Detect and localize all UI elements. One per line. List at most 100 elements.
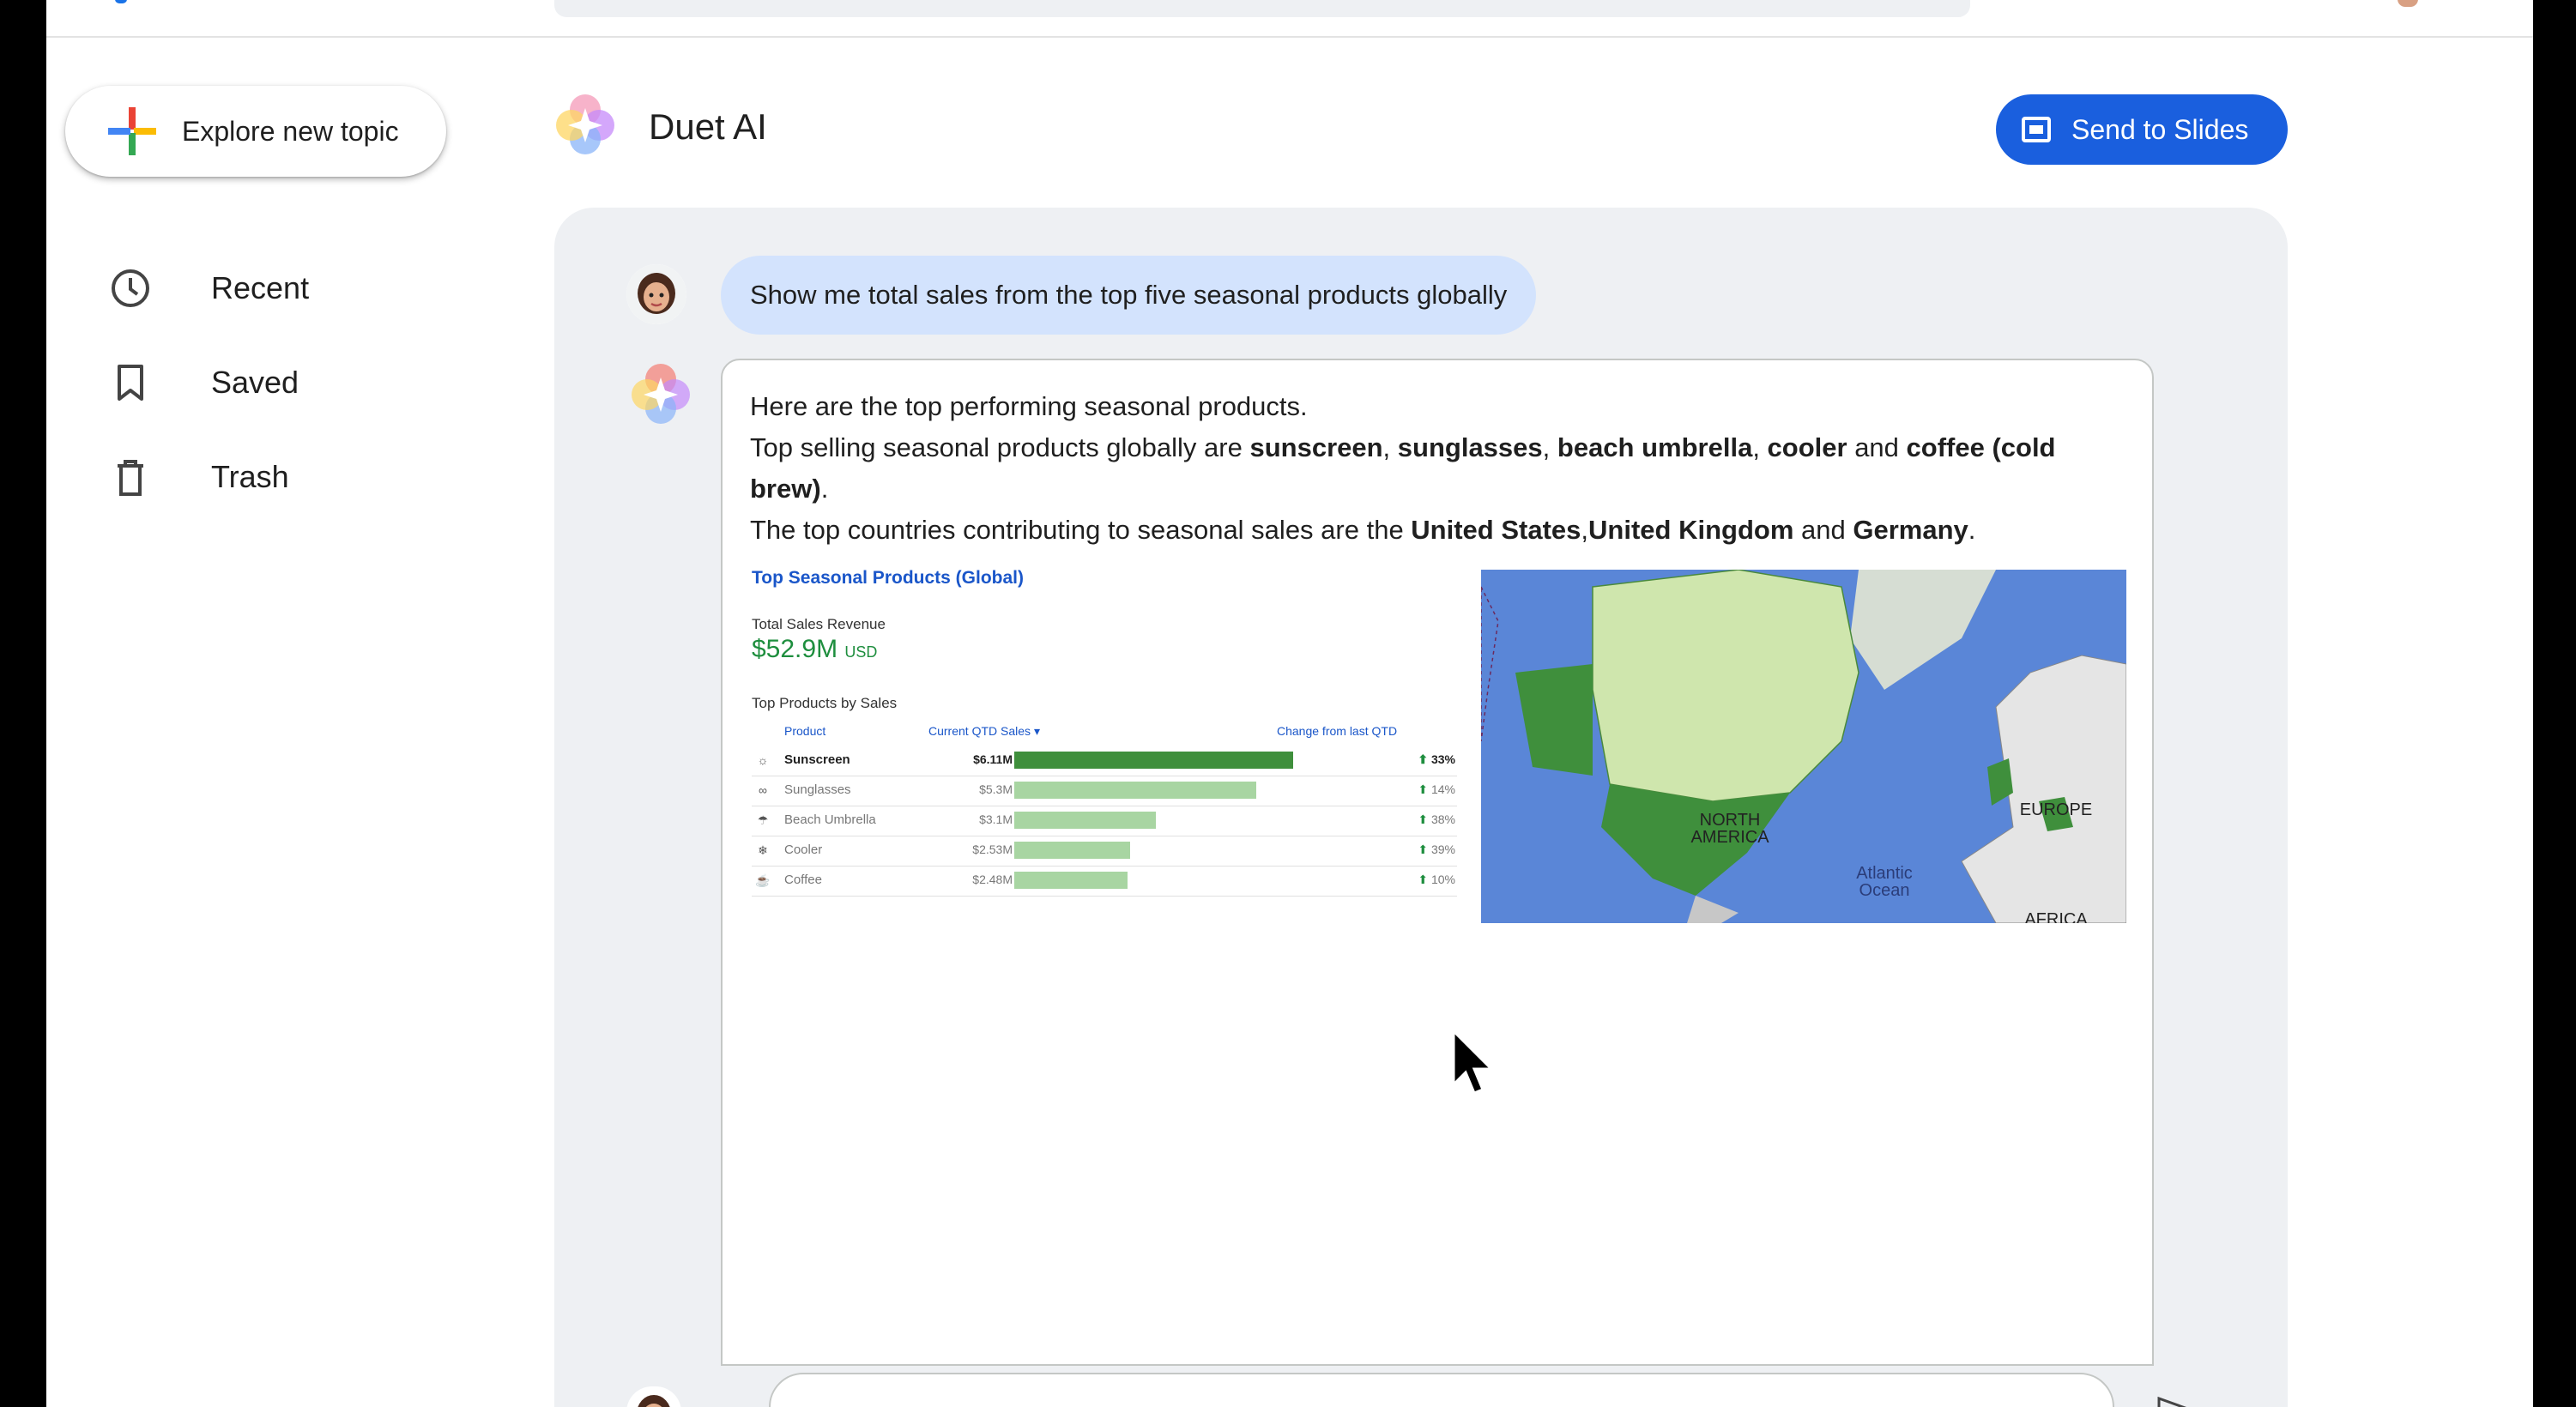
product-name: Sunscreen xyxy=(784,752,850,767)
plus-icon xyxy=(108,107,156,155)
products-label: Top Products by Sales xyxy=(752,695,898,711)
country-uk: United Kingdom xyxy=(1588,515,1794,545)
sales-value: $3.1M xyxy=(979,812,1013,826)
clock-icon xyxy=(106,264,154,312)
sort-down-icon: ▾ xyxy=(1033,724,1040,738)
map-label-north-america: NORTH AMERICA xyxy=(1690,811,1769,847)
change-value: ⬆ 14% xyxy=(1418,782,1455,796)
sales-value: $6.11M xyxy=(973,752,1013,766)
sales-map: NORTH AMERICA Atlantic Ocean EUROPE AFRI… xyxy=(1481,570,2126,923)
country-germany: Germany xyxy=(1853,515,1968,545)
sun-icon: ☼ xyxy=(757,753,769,767)
sidebar-item-saved[interactable]: Saved xyxy=(106,357,299,408)
table-row[interactable]: ☂ Beach Umbrella $3.1M ⬆ 38% xyxy=(752,806,1457,836)
table-row[interactable]: ❄ Cooler $2.53M ⬆ 39% xyxy=(752,836,1457,867)
sidebar-item-trash[interactable]: Trash xyxy=(106,451,289,503)
separator: , xyxy=(1542,432,1557,462)
country-us: United States xyxy=(1411,515,1581,545)
world-map-shapes xyxy=(1481,570,2126,923)
map-label-europe: EUROPE xyxy=(2019,800,2093,819)
sales-bar xyxy=(1014,752,1293,769)
ai-response-card: Here are the top performing seasonal pro… xyxy=(721,359,2154,1366)
sales-dashboard: Top Seasonal Products (Global) Total Sal… xyxy=(752,568,1457,911)
trash-icon xyxy=(106,453,154,501)
arrow-up-icon: ⬆ xyxy=(1418,752,1431,766)
product-beach-umbrella: beach umbrella xyxy=(1557,432,1753,462)
product-cooler: cooler xyxy=(1767,432,1847,462)
sales-bar xyxy=(1014,842,1130,859)
product-name: Beach Umbrella xyxy=(784,812,876,827)
sidebar-item-recent[interactable]: Recent xyxy=(106,263,309,314)
app-logo xyxy=(115,0,127,3)
revenue-label: Total Sales Revenue xyxy=(752,616,886,632)
search-bar[interactable] xyxy=(554,0,1970,17)
duet-ai-avatar-icon xyxy=(626,359,695,427)
column-header-change: Change from last QTD xyxy=(1277,724,1398,738)
separator: and xyxy=(1847,432,1907,462)
mouse-cursor-icon xyxy=(1450,1028,1495,1102)
sales-value: $2.53M xyxy=(972,842,1013,856)
table-row[interactable]: ∞ Sunglasses $5.3M ⬆ 14% xyxy=(752,776,1457,806)
separator: . xyxy=(1968,515,1976,545)
send-to-slides-button[interactable]: Send to Slides xyxy=(1996,94,2288,165)
change-value: ⬆ 39% xyxy=(1418,842,1455,856)
sales-bar xyxy=(1014,812,1156,829)
response-line-1: Here are the top performing seasonal pro… xyxy=(750,391,1308,421)
separator: , xyxy=(1382,432,1398,462)
column-header-sales[interactable]: Current QTD Sales ▾ xyxy=(928,724,1040,739)
user-avatar xyxy=(626,264,686,324)
revenue-value: $52.9M USD xyxy=(752,635,877,664)
sales-value: $5.3M xyxy=(979,782,1013,796)
sidebar-item-label: Saved xyxy=(211,365,299,400)
slides-icon xyxy=(2022,117,2051,142)
snowflake-icon: ❄ xyxy=(758,843,768,857)
arrow-up-icon: ⬆ xyxy=(1418,873,1431,886)
glasses-icon: ∞ xyxy=(759,783,767,797)
map-label-atlantic: Atlantic Ocean xyxy=(1856,864,1913,900)
chat-panel: Show me total sales from the top five se… xyxy=(554,208,2288,1407)
column-header-product: Product xyxy=(784,724,826,738)
sidebar-item-label: Trash xyxy=(211,459,289,494)
sidebar-item-label: Recent xyxy=(211,270,310,305)
sales-bar xyxy=(1014,782,1256,799)
product-name: Sunglasses xyxy=(784,782,851,797)
umbrella-icon: ☂ xyxy=(757,813,769,827)
separator: . xyxy=(820,474,829,504)
send-to-slides-label: Send to Slides xyxy=(2071,113,2249,145)
separator: , xyxy=(1581,515,1589,545)
column-header-sales-label: Current QTD Sales xyxy=(928,724,1031,738)
ai-response-text: Here are the top performing seasonal pro… xyxy=(750,386,2132,551)
response-text: Top selling seasonal products globally a… xyxy=(750,432,1250,462)
user-prompt-bubble: Show me total sales from the top five se… xyxy=(721,256,1537,335)
send-icon[interactable] xyxy=(2157,1396,2192,1407)
product-sunglasses: sunglasses xyxy=(1397,432,1543,462)
revenue-amount: $52.9M xyxy=(752,635,838,663)
app-page: Explore new topic Recent Saved Trash Due… xyxy=(46,0,2533,1407)
change-value: ⬆ 38% xyxy=(1418,812,1455,826)
change-value: ⬆ 10% xyxy=(1418,873,1455,886)
arrow-up-icon: ⬆ xyxy=(1418,842,1431,856)
arrow-up-icon: ⬆ xyxy=(1418,782,1431,796)
arrow-up-icon: ⬆ xyxy=(1418,812,1431,826)
revenue-unit: USD xyxy=(844,643,878,661)
page-title: Duet AI xyxy=(649,106,767,147)
bookmark-icon xyxy=(106,359,154,407)
duet-ai-logo xyxy=(553,91,618,156)
table-row[interactable]: ☕ Coffee $2.48M ⬆ 10% xyxy=(752,866,1457,897)
prompt-input[interactable] xyxy=(769,1373,2114,1407)
account-avatar[interactable] xyxy=(2398,0,2418,7)
product-sunscreen: sunscreen xyxy=(1249,432,1383,462)
product-name: Cooler xyxy=(784,842,823,857)
product-name: Coffee xyxy=(784,873,822,887)
response-line-3: The top countries contributing to season… xyxy=(750,510,2132,551)
explore-label: Explore new topic xyxy=(182,115,399,147)
response-line-2: Top selling seasonal products globally a… xyxy=(750,427,2132,510)
coffee-cup-icon: ☕ xyxy=(755,873,771,887)
table-row[interactable]: ☼ Sunscreen $6.11M ⬆ 33% xyxy=(752,746,1457,776)
explore-new-topic-button[interactable]: Explore new topic xyxy=(65,86,446,177)
top-bar xyxy=(46,0,2533,38)
separator: , xyxy=(1752,432,1768,462)
sales-value: $2.48M xyxy=(972,873,1013,886)
sales-bar xyxy=(1014,872,1128,889)
response-text: The top countries contributing to season… xyxy=(750,515,1412,545)
